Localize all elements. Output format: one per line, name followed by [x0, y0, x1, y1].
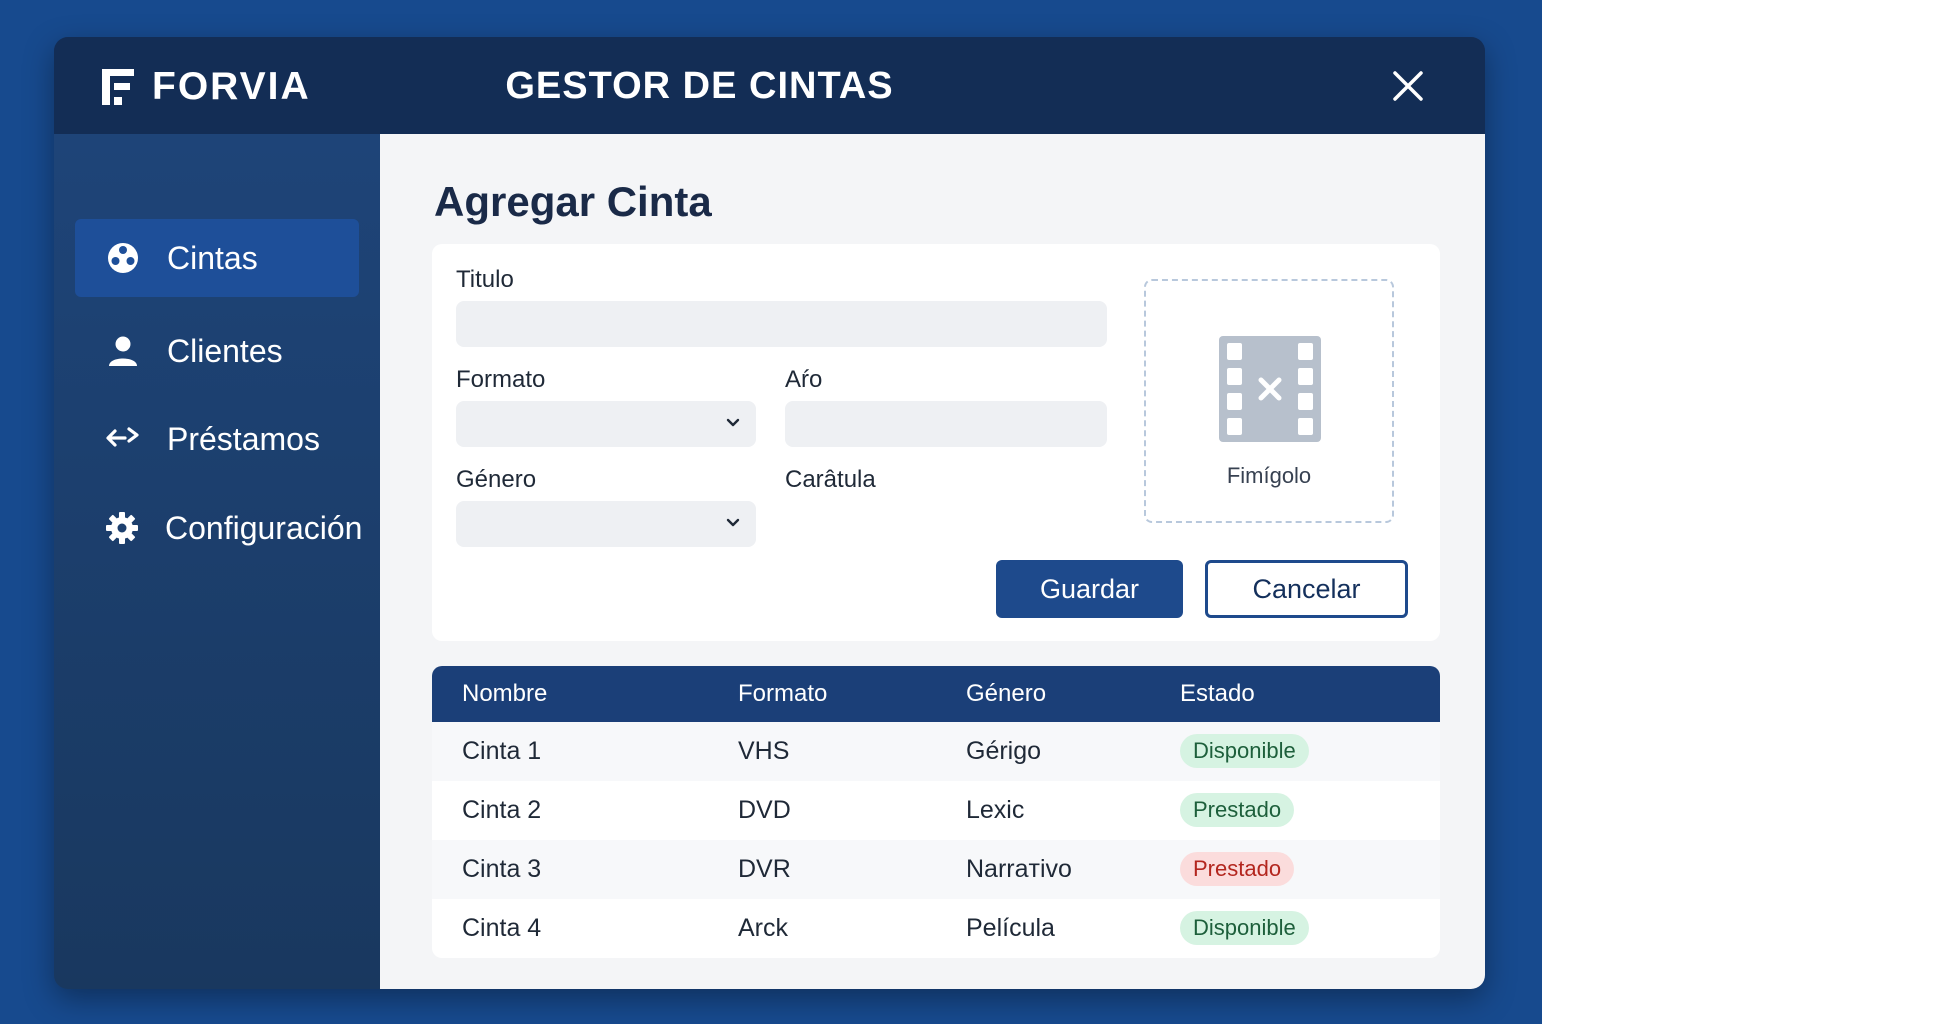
tapes-table: Nombre Formato Género Estado Cinta 1 VHS…: [432, 666, 1440, 958]
table-header: Nombre Formato Género Estado: [432, 666, 1440, 722]
titulo-input[interactable]: [456, 301, 1107, 347]
anio-input[interactable]: [785, 401, 1107, 447]
genero-label: Género: [456, 466, 537, 493]
table-row[interactable]: Cinta 2 DVD Lexic Prestado: [432, 781, 1440, 840]
cell-formato: DVD: [738, 796, 791, 824]
formato-label: Formato: [456, 366, 546, 393]
chevron-down-icon: [726, 418, 740, 427]
sidebar-item-configuracion[interactable]: Configuración: [75, 489, 363, 567]
cell-nombre: Cinta 1: [462, 737, 542, 765]
cell-formato: VHS: [738, 737, 790, 765]
title-bar: FORVIA GESTOR DE CINTAS: [54, 37, 1485, 134]
cell-nombre: Cinta 3: [462, 855, 542, 883]
window-title: GESTOR DE CINTAS: [505, 65, 894, 107]
save-button[interactable]: Guardar: [996, 560, 1183, 618]
status-badge: Prestado: [1180, 852, 1295, 886]
cell-formato: Arck: [738, 914, 788, 942]
formato-select[interactable]: [456, 401, 756, 447]
cell-genero: Narraтivo: [966, 855, 1072, 883]
main-content: Agregar Cinta Titulo Formato Aŕo Género …: [380, 134, 1485, 989]
table-row[interactable]: Cinta 1 VHS Gérigo Disponiblе: [432, 722, 1440, 781]
chevron-down-icon: [726, 518, 740, 527]
table-body: Cinta 1 VHS Gérigo Disponiblе Cinta 2 DV…: [432, 722, 1440, 958]
anio-label: Aŕo: [785, 366, 823, 393]
cell-nombre: Cinta 2: [462, 796, 542, 824]
cell-genero: Lexic: [966, 796, 1025, 824]
upload-label: Fimígolo: [1226, 463, 1312, 488]
film-strip-x-icon: [1219, 336, 1321, 442]
cell-formato: DVR: [738, 855, 791, 883]
sidebar-item-label: Préstamos: [167, 420, 320, 457]
table-row[interactable]: Cinta 4 Arck Película Disponible: [432, 899, 1440, 958]
sidebar-item-cintas[interactable]: Cintas: [75, 219, 359, 297]
sidebar: Cintas Clientes Préstamos Configuración: [54, 134, 380, 989]
add-tape-form: Titulo Formato Aŕo Género Carâtula Fimíg…: [432, 244, 1440, 641]
column-header-formato[interactable]: Formato: [738, 680, 827, 708]
status-badge: Disponiblе: [1180, 734, 1309, 768]
film-reel-icon: [105, 240, 141, 276]
user-icon: [105, 333, 141, 369]
sidebar-item-prestamos[interactable]: Préstamos: [75, 400, 359, 478]
cover-upload-dropzone[interactable]: Fimígolo: [1144, 279, 1394, 523]
status-badge: Prestado: [1180, 793, 1295, 827]
sidebar-item-clientes[interactable]: Clientes: [75, 312, 359, 390]
column-header-genero[interactable]: Género: [966, 680, 1046, 708]
column-header-estado[interactable]: Estado: [1180, 680, 1255, 708]
sidebar-item-label: Configuración: [165, 509, 363, 546]
app-window: FORVIA GESTOR DE CINTAS Cintas Clientes …: [54, 37, 1485, 989]
column-header-nombre[interactable]: Nombre: [462, 680, 547, 708]
cancel-button[interactable]: Cancelar: [1205, 560, 1408, 618]
titulo-label: Titulo: [456, 266, 514, 293]
cell-nombre: Cinta 4: [462, 914, 542, 942]
status-badge: Disponible: [1180, 911, 1309, 945]
page-title: Agregar Cinta: [434, 178, 712, 225]
cell-genero: Gérigo: [966, 737, 1042, 765]
sidebar-item-label: Clientes: [167, 332, 283, 369]
close-icon[interactable]: [1389, 67, 1427, 105]
genero-select[interactable]: [456, 501, 756, 547]
sidebar-item-label: Cintas: [167, 239, 258, 276]
caratula-label: Carâtula: [785, 466, 876, 493]
exchange-arrows-icon: [105, 421, 141, 457]
gear-icon: [105, 510, 139, 546]
cell-genero: Película: [966, 914, 1055, 942]
table-row[interactable]: Cinta 3 DVR Narraтivo Prestado: [432, 840, 1440, 899]
